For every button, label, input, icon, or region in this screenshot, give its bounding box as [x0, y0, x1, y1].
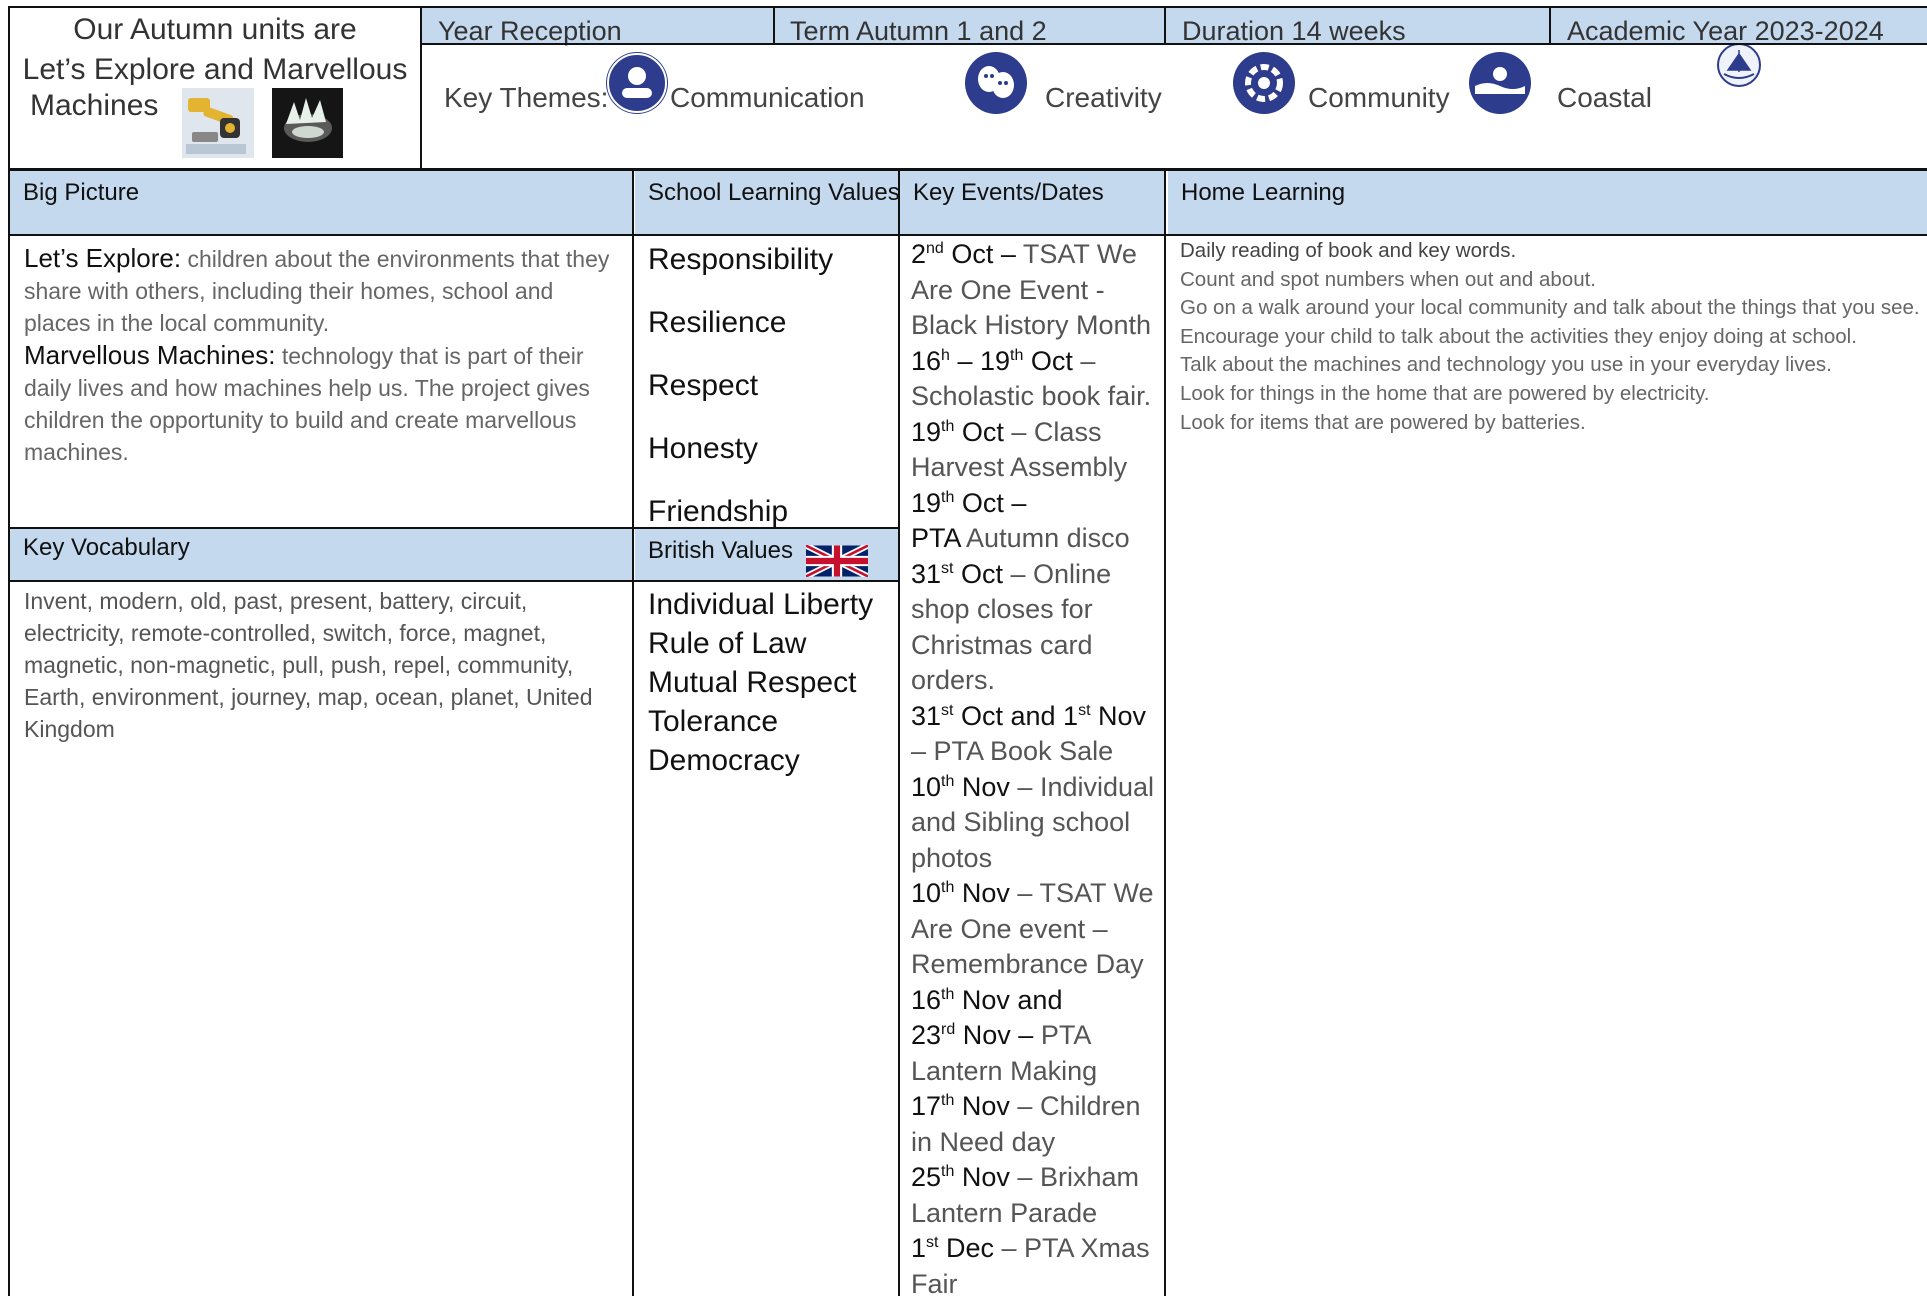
home-learning-heading: Home Learning: [1168, 171, 1927, 235]
divider: [632, 168, 634, 1296]
community-icon: [1233, 52, 1295, 114]
home-learning-item: Count and spot numbers when out and abou…: [1180, 267, 1596, 291]
divider: [8, 527, 898, 529]
divider: [1549, 6, 1551, 44]
divider: [8, 234, 1927, 236]
divider: [898, 168, 900, 1296]
divider: [1164, 6, 1166, 44]
year-cell: Year Reception: [422, 8, 773, 45]
bv-tolerance: Tolerance: [648, 705, 779, 738]
school-values-list: Responsibility Resilience Respect Honest…: [648, 228, 833, 543]
divider: [8, 6, 10, 1296]
school-values-heading: School Learning Values: [635, 171, 900, 235]
event-item: 19th Oct – Class Harvest Assembly: [911, 416, 1128, 483]
bv-individual-liberty: Individual Liberty: [648, 588, 874, 621]
bv-democracy: Democracy: [648, 744, 800, 777]
home-learning-item: Talk about the machines and technology y…: [1180, 353, 1832, 377]
value-responsibility: Responsibility: [648, 243, 834, 276]
glowing-machine-image: [272, 88, 343, 158]
home-learning-item: Daily reading of book and key words.: [1180, 239, 1517, 262]
event-item: 16th Nov and 23rd Nov – PTA Lantern Makin…: [911, 984, 1098, 1086]
home-learning-item: Look for things in the home that are pow…: [1180, 381, 1710, 405]
home-learning-list: Daily reading of book and key words. Cou…: [1180, 237, 1920, 437]
unit-title: Our Autumn units are Let’s Explore and M…: [10, 10, 420, 90]
unit-title-line1: Our Autumn units are: [73, 13, 357, 46]
key-vocabulary-heading: Key Vocabulary: [10, 529, 632, 581]
divider: [773, 6, 775, 44]
theme-creativity-label: Creativity: [1045, 82, 1162, 113]
theme-community-label: Community: [1308, 82, 1450, 113]
event-item: 25th Nov – Brixham Lantern Parade: [911, 1162, 1139, 1228]
key-vocabulary-text: Invent, modern, old, past, present, batt…: [24, 588, 593, 742]
divider: [8, 6, 1927, 8]
british-values-label: British Values: [648, 537, 793, 564]
event-item: 2nd Oct – TSAT We Are One Event - Black …: [911, 239, 1152, 340]
key-themes-label: Key Themes:: [444, 82, 609, 113]
value-resilience: Resilience: [648, 306, 787, 339]
robot-arm-image: [182, 88, 254, 158]
academic-year-cell: Academic Year 2023-2024: [1551, 8, 1927, 45]
divider: [1164, 168, 1166, 1296]
value-honesty: Honesty: [648, 432, 759, 465]
event-item: 31st Oct and 1st Nov – PTA Book Sale: [911, 700, 1147, 767]
divider: [8, 580, 898, 582]
home-learning-item: Go on a walk around your local community…: [1180, 296, 1920, 320]
event-item: 31st Oct – Online shop closes for Christ…: [911, 558, 1112, 696]
event-item: 17th Nov – Children in Need day: [911, 1091, 1141, 1157]
duration-cell: Duration 14 weeks: [1166, 8, 1550, 45]
home-learning-item: Look for items that are powered by batte…: [1180, 410, 1586, 434]
key-events-list: 2nd Oct – TSAT We Are One Event - Black …: [911, 237, 1161, 1302]
term-cell: Term Autumn 1 and 2: [774, 8, 1165, 45]
event-item: 10th Nov – Individual and Sibling school…: [911, 771, 1155, 873]
theme-coastal-label: Coastal: [1557, 82, 1652, 113]
value-respect: Respect: [648, 369, 759, 402]
event-item: 19th Oct – PTA Autumn disco: [911, 487, 1130, 554]
event-item: 10th Nov – TSAT We Are One event – Remem…: [911, 878, 1154, 979]
unit-title-line3: Machines: [30, 89, 159, 122]
divider: [8, 168, 1927, 171]
coastal-icon: [1469, 52, 1531, 114]
bv-mutual-respect: Mutual Respect: [648, 666, 857, 699]
lets-explore-lead: Let’s Explore:: [24, 243, 182, 273]
event-item: 1st Dec – PTA Xmas Fair: [911, 1233, 1150, 1299]
school-crest-logo: [1716, 42, 1762, 88]
knowledge-organiser: Year Reception Term Autumn 1 and 2 Durat…: [0, 0, 1927, 1299]
big-picture-body: Let’s Explore: children about the enviro…: [24, 242, 624, 468]
unit-title-line2: Let’s Explore and Marvellous: [22, 53, 408, 86]
union-flag-icon: [804, 542, 870, 580]
marvellous-machines-lead: Marvellous Machines:: [24, 340, 276, 370]
theatre-masks-icon: [965, 52, 1027, 114]
communication-icon: [606, 52, 668, 114]
big-picture-heading: Big Picture: [10, 171, 632, 235]
divider: [421, 43, 1927, 45]
bv-rule-of-law: Rule of Law: [648, 627, 807, 660]
key-events-heading: Key Events/Dates: [900, 171, 1165, 235]
theme-communication-label: Communication: [670, 82, 865, 113]
home-learning-item: Encourage your child to talk about the a…: [1180, 324, 1857, 348]
event-item: 16h – 19th Oct – Scholastic book fair.: [911, 345, 1152, 412]
british-values-list: Individual Liberty Rule of Law Mutual Re…: [648, 585, 873, 780]
divider: [420, 6, 422, 170]
